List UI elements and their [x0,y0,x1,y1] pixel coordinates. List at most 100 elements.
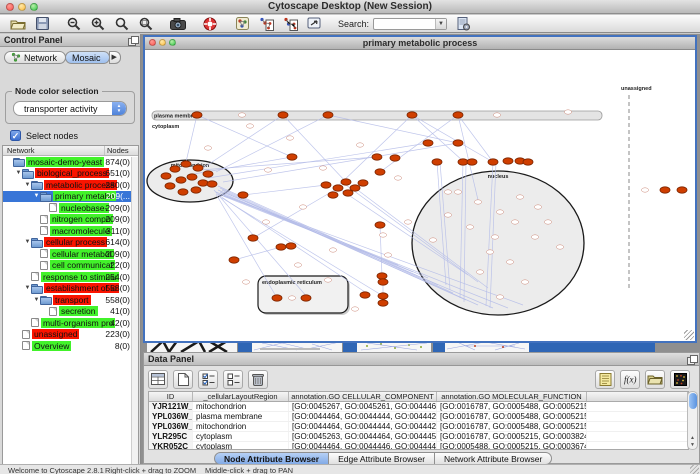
tree-row[interactable]: cellular metabol209(0) [3,248,138,260]
node-unselected[interactable] [641,188,648,192]
node-unselected[interactable] [404,220,411,224]
node-selected[interactable] [358,180,368,186]
node-selected[interactable] [178,189,188,195]
tree-row[interactable]: response to stimulu264(0) [3,271,138,283]
tree-row[interactable]: unassigned223(0) [3,329,138,341]
node-unselected[interactable] [476,270,483,274]
node-unselected[interactable] [429,238,436,242]
node-unselected[interactable] [506,260,513,264]
table-cell[interactable] [587,412,688,421]
edge[interactable] [234,247,281,260]
float-panel-icon[interactable] [128,36,137,44]
snapshot-icon[interactable] [170,17,186,31]
node-unselected[interactable] [351,307,358,311]
edge[interactable] [243,185,326,195]
node-unselected[interactable] [394,176,401,180]
tab-overflow-arrow[interactable]: ▶ [109,51,121,64]
node-selected[interactable] [170,166,180,172]
app-titlebar[interactable]: Cytoscape Desktop (New Session) [0,0,700,14]
edge[interactable] [186,115,197,162]
table-cell[interactable]: [GO:0044464, GO:0044446, GO:0044444, G..… [289,442,437,450]
node-unselected[interactable] [493,113,500,117]
node-selected[interactable] [360,292,370,298]
node-selected[interactable] [523,159,533,165]
formula-icon[interactable]: f(x) [620,370,640,389]
node-selected[interactable] [192,112,202,118]
table-cell[interactable]: YKR052C [149,442,193,450]
table-cell[interactable]: cytoplasm [193,442,289,450]
table-cell[interactable]: mitochondrion [193,402,289,411]
column-header[interactable]: annotation.GO MOLECULAR_FUNCTION [437,392,587,401]
expand-arrow-icon[interactable]: ▼ [15,170,22,176]
node-selected[interactable] [390,155,400,161]
matrix-icon[interactable] [670,370,690,389]
table-cell[interactable] [587,422,688,431]
save-icon[interactable] [34,17,50,31]
node-selected[interactable] [301,295,311,301]
attribute-table[interactable]: ID_cellularLayoutRegionannotation.GO CEL… [148,391,689,450]
unselect-all-attributes-icon[interactable] [223,370,243,389]
help-icon[interactable] [202,17,218,31]
region-nucleus[interactable] [412,171,584,315]
node-unselected[interactable] [319,166,326,170]
table-row[interactable]: YKR052Ccytoplasm[GO:0044464, GO:0044446,… [149,442,688,450]
delete-attribute-icon[interactable] [248,370,268,389]
network-window-titlebar[interactable]: primary metabolic process [145,37,695,50]
node-selected[interactable] [207,181,217,187]
new-attribute-icon[interactable] [173,370,193,389]
node-selected[interactable] [229,257,239,263]
expand-arrow-icon[interactable]: ▼ [33,297,40,303]
node-unselected[interactable] [466,225,473,229]
node-unselected[interactable] [299,205,306,209]
tree-row[interactable]: ▼primary metabo209(... [3,191,138,203]
expand-arrow-icon[interactable]: ▼ [24,182,31,188]
table-cell[interactable]: [GO:0016787, GO:0005488, GO:0005215, G..… [437,402,587,411]
table-scrollbar-thumb[interactable] [689,393,697,409]
tab-edge-attribute-browser[interactable]: Edge Attribute Browser [329,452,435,464]
table-cell[interactable]: [GO:0044464, GO:0044444, GO:0044425, G..… [289,412,437,421]
edge[interactable] [412,115,493,162]
table-cell[interactable]: plasma membrane [193,412,289,421]
chevron-down-icon[interactable]: ▼ [435,19,446,29]
node-selected[interactable] [350,185,360,191]
node-selected[interactable] [181,161,191,167]
node-selected[interactable] [378,293,388,299]
edge[interactable] [197,115,292,157]
table-cell[interactable]: [GO:0044464, GO:0044444, GO:0044425, G..… [289,422,437,431]
zoom-out-icon[interactable] [66,17,82,31]
table-cell[interactable] [587,442,688,450]
app-resize-grip[interactable] [690,465,699,474]
node-unselected[interactable] [238,113,245,117]
tree-row[interactable]: macromolecule311(0) [3,225,138,237]
node-selected[interactable] [407,112,417,118]
search-input[interactable]: ▼ [373,18,447,30]
node-selected[interactable] [191,187,201,193]
node-selected[interactable] [458,159,468,165]
import-network-icon[interactable] [306,17,322,31]
node-unselected[interactable] [384,253,391,257]
node-selected[interactable] [375,169,385,175]
node-unselected[interactable] [534,205,541,209]
node-selected[interactable] [377,273,387,279]
column-header[interactable] [587,392,688,401]
node-unselected[interactable] [486,250,493,254]
tree-row[interactable]: mosaic-demo-yeast874(0) [3,156,138,168]
node-selected[interactable] [453,112,463,118]
network-canvas[interactable]: plasma membranecytoplasmmitochondrionnuc… [145,50,695,341]
column-header[interactable]: annotation.GO CELLULAR_COMPONENT [289,392,437,401]
node-unselected[interactable] [474,200,481,204]
network-view-window[interactable]: primary metabolic process plasma membran… [143,35,697,343]
node-selected[interactable] [503,158,513,164]
node-selected[interactable] [203,171,213,177]
node-unselected[interactable] [444,190,451,194]
merge-network-icon[interactable] [282,17,298,31]
select-nodes-checkbox[interactable]: ✓ [10,130,21,141]
table-cell[interactable]: YJR121W__1 [149,402,193,411]
node-unselected[interactable] [204,146,211,150]
vizmapper-icon[interactable] [234,17,250,31]
table-cell[interactable]: YPL036W__2 [149,412,193,421]
tree-nodes-column-header[interactable]: Nodes [105,146,138,155]
tree-row[interactable]: secretion41(0) [3,306,138,318]
tab-mosaic[interactable]: Mosaic [65,51,110,64]
node-unselected[interactable] [329,248,336,252]
